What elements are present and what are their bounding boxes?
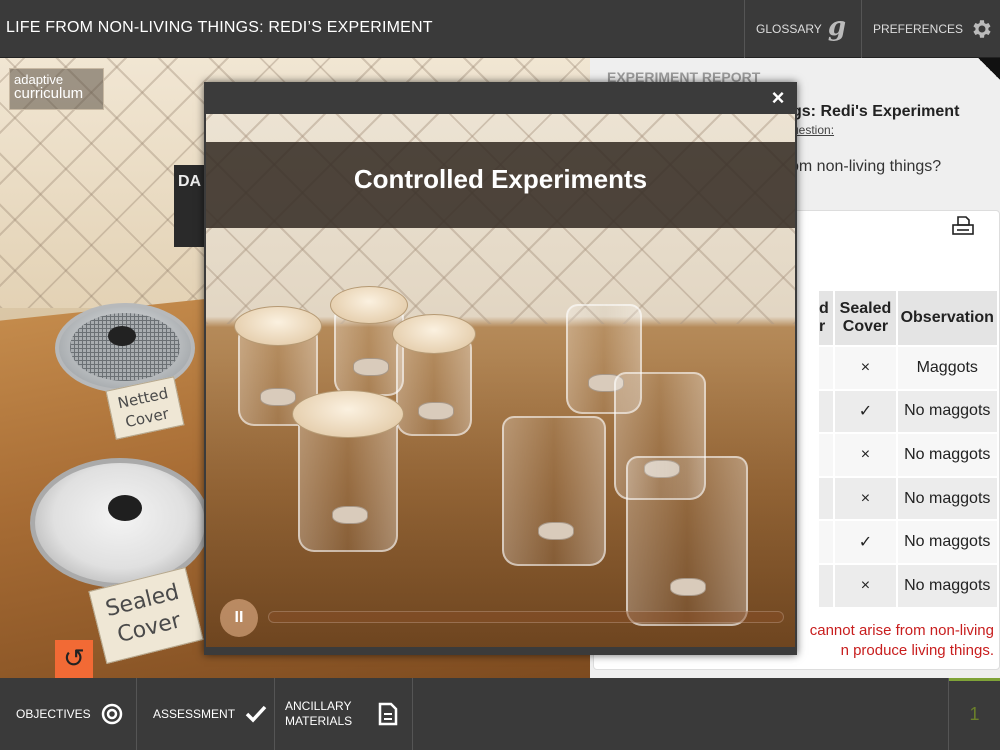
jar-lid	[292, 390, 404, 438]
report-title: gs: Redi's Experiment	[792, 103, 960, 120]
ancillary-label-line-1: ANCILLARY	[285, 699, 352, 713]
table-cell	[819, 520, 836, 565]
report-question: om non-living things?	[790, 158, 942, 175]
checkmark-icon	[245, 705, 267, 723]
top-bar: LIFE FROM NON-LIVING THINGS: REDI’S EXPE…	[0, 0, 1000, 58]
assessment-button[interactable]: ASSESSMENT	[137, 678, 275, 750]
jar	[502, 416, 606, 566]
meat	[670, 578, 706, 596]
table-row: ✓ No maggots	[819, 520, 1000, 565]
close-icon[interactable]: ×	[767, 85, 789, 111]
page-title: LIFE FROM NON-LIVING THINGS: REDI’S EXPE…	[6, 19, 433, 36]
adaptive-curriculum-logo: adaptive curriculum	[9, 68, 104, 110]
bottom-bar: OBJECTIVES ASSESSMENT ANCILLARY MATERIAL…	[0, 678, 1000, 750]
print-icon[interactable]	[952, 216, 974, 236]
netted-cover-mesh	[70, 313, 180, 381]
video-title: Controlled Experiments	[353, 164, 648, 194]
observation-cell: No maggots	[896, 389, 1000, 435]
table-row: × No maggots	[819, 563, 1000, 609]
modal-title-bar: ×	[204, 82, 797, 114]
sealed-mark: ×	[834, 563, 898, 609]
ancillary-materials-button[interactable]: ANCILLARY MATERIALS	[275, 678, 413, 750]
jar-lid	[234, 306, 322, 346]
target-icon	[101, 703, 122, 725]
progress-bar[interactable]	[268, 611, 784, 623]
results-table: d r Sealed Cover Observation × Maggots ✓…	[819, 291, 1000, 609]
meat	[260, 388, 296, 406]
table-cell	[819, 433, 836, 478]
observation-cell: Maggots	[896, 346, 1000, 391]
objectives-button[interactable]: OBJECTIVES	[0, 678, 137, 750]
sealed-mark: ✓	[834, 520, 898, 565]
observation-cell: No maggots	[896, 433, 1000, 478]
column-header-observation: Observation	[896, 291, 1000, 347]
video-title-banner: Controlled Experiments	[206, 142, 795, 228]
jar-lid	[392, 314, 476, 354]
pot-knob	[108, 326, 136, 346]
table-row: × No maggots	[819, 476, 1000, 522]
pause-button[interactable]: II	[220, 599, 258, 637]
report-subtitle: uestion:	[792, 123, 835, 137]
observation-cell: No maggots	[896, 520, 1000, 565]
ancillary-label-line-2: MATERIALS	[285, 714, 353, 728]
page-corner-icon	[978, 58, 1000, 80]
video-controls: II	[220, 599, 785, 639]
preferences-button[interactable]: PREFERENCES	[861, 0, 1000, 58]
table-row: ✓ No maggots	[819, 389, 1000, 435]
assessment-label: ASSESSMENT	[153, 707, 236, 721]
sealed-mark: ×	[834, 433, 898, 478]
column-header: d r	[819, 291, 836, 347]
jar-lid	[330, 286, 408, 324]
column-header-sealed-cover: Sealed Cover	[834, 291, 898, 347]
objectives-label: OBJECTIVES	[16, 707, 91, 721]
observation-cell: No maggots	[896, 476, 1000, 522]
document-icon	[378, 702, 398, 726]
glossary-icon: g	[827, 12, 846, 42]
table-row: × Maggots	[819, 346, 1000, 391]
table-cell	[819, 346, 836, 391]
meat	[538, 522, 574, 540]
pot-knob	[108, 495, 142, 521]
video-modal: × Controlled Experiments II	[204, 82, 797, 655]
table-cell	[819, 563, 836, 609]
meat	[332, 506, 368, 524]
preferences-label: PREFERENCES	[873, 22, 964, 36]
ancillary-label: ANCILLARY MATERIALS	[285, 699, 352, 729]
glossary-button[interactable]: GLOSSARY g	[744, 0, 861, 58]
logo-line-2: curriculum	[14, 85, 84, 102]
table-cell	[819, 389, 836, 435]
table-cell	[819, 476, 836, 522]
video-player[interactable]: Controlled Experiments II	[206, 114, 795, 647]
sealed-mark: ✓	[834, 389, 898, 435]
glossary-label: GLOSSARY	[756, 22, 822, 36]
meat	[353, 358, 389, 376]
observation-cell: No maggots	[896, 563, 1000, 609]
meat	[418, 402, 454, 420]
restart-button[interactable]: ↺	[55, 640, 93, 678]
sealed-mark: ×	[834, 346, 898, 391]
page-number[interactable]: 1	[948, 678, 1000, 750]
gear-icon	[973, 20, 991, 38]
table-row: × No maggots	[819, 433, 1000, 478]
sealed-mark: ×	[834, 476, 898, 522]
